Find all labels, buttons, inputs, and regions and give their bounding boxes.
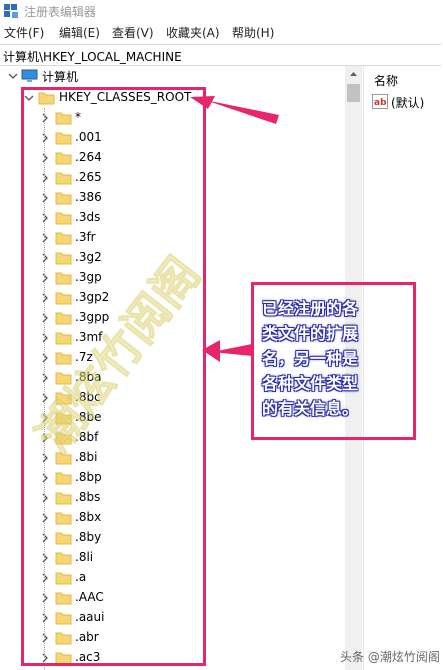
window-title: 注册表编辑器 — [24, 5, 97, 19]
value-row-default[interactable]: ab (默认) — [372, 93, 443, 111]
svg-text:ab: ab — [374, 98, 387, 108]
column-header-name[interactable]: 名称 — [374, 72, 398, 89]
menu-help[interactable]: 帮助(H) — [232, 24, 274, 41]
ab-string-icon: ab — [372, 94, 388, 109]
menu-bar: 文件(F) 编辑(E) 查看(V) 收藏夹(A) 帮助(H) — [0, 22, 443, 42]
computer-icon — [21, 69, 38, 82]
menu-edit[interactable]: 编辑(E) — [59, 24, 100, 41]
menu-favorites[interactable]: 收藏夹(A) — [166, 24, 220, 41]
value-name: (默认) — [391, 96, 425, 110]
callout-line: 已经注册的各 — [262, 299, 359, 318]
menu-view[interactable]: 查看(V) — [112, 24, 154, 41]
hkcr-highlight-box — [21, 87, 206, 666]
callout-line: 类文件的扩展 — [262, 324, 359, 343]
address-path: 计算机\HKEY_LOCAL_MACHINE — [3, 50, 182, 64]
chevron-down-icon[interactable] — [8, 71, 18, 81]
tree-label-computer: 计算机 — [42, 70, 79, 84]
title-bar: 注册表编辑器 — [0, 0, 443, 22]
scroll-up-arrow-icon[interactable] — [345, 66, 362, 82]
tree-item-computer[interactable]: 计算机 — [0, 66, 345, 86]
callout-line: 各种文件类型 — [262, 374, 359, 393]
menu-file[interactable]: 文件(F) — [4, 24, 44, 41]
callout-line: 名，另一种是 — [262, 349, 359, 368]
scroll-thumb[interactable] — [347, 84, 360, 102]
callout-text: 已经注册的各 类文件的扩展 名，另一种是 各种文件类型 的有关信息。 — [262, 296, 412, 421]
address-bar[interactable]: 计算机\HKEY_LOCAL_MACHINE — [0, 44, 441, 66]
registry-editor-icon — [4, 4, 18, 18]
credit-text: 头条 @潮炫竹阅阁 — [340, 650, 440, 664]
callout-line: 的有关信息。 — [262, 399, 359, 418]
